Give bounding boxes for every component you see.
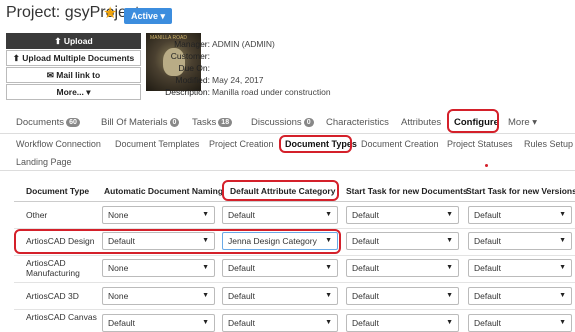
chevron-down-icon: ▼ bbox=[446, 292, 453, 299]
main-tabs: Documents 60 Bill Of Materials 0 Tasks 18 D… bbox=[0, 109, 575, 134]
category-select-artioscad-manufacturing[interactable]: Default ▼ bbox=[222, 259, 338, 277]
chevron-down-icon: ▼ bbox=[325, 211, 332, 218]
tab-bill-of-materials[interactable]: Bill Of Materials 0 bbox=[101, 117, 180, 128]
subtab-rules-setup[interactable]: Rules Setup bbox=[524, 139, 573, 149]
chevron-down-icon: ▼ bbox=[559, 211, 566, 218]
col-start-task-versions: Start Task for new Versions bbox=[466, 186, 575, 196]
highlight-default-attribute-category bbox=[222, 180, 339, 201]
description-label: Description: bbox=[165, 87, 210, 97]
tab-discussions[interactable]: Discussions 0 bbox=[251, 117, 314, 128]
modified-label: Modified: bbox=[175, 75, 211, 85]
chevron-down-icon: ▼ bbox=[202, 264, 209, 271]
subtabs-divider bbox=[0, 170, 575, 171]
row-divider bbox=[14, 282, 575, 283]
tab-attributes[interactable]: Attributes bbox=[401, 117, 441, 128]
tab-tasks[interactable]: Tasks 18 bbox=[192, 117, 233, 128]
chevron-down-icon: ▼ bbox=[202, 292, 209, 299]
highlight-document-types bbox=[279, 135, 352, 153]
start-versions-select-artioscad-canvas[interactable]: Default ▼ bbox=[468, 314, 572, 332]
naming-select-other[interactable]: None ▼ bbox=[102, 206, 215, 224]
customer-label: Customer: bbox=[170, 51, 210, 61]
row-type-artioscad-manufacturing: ArtiosCAD Manufacturing bbox=[26, 258, 80, 278]
start-docs-select-artioscad-3d[interactable]: Default ▼ bbox=[346, 287, 459, 305]
chevron-down-icon: ▼ bbox=[325, 264, 332, 271]
start-versions-select-artioscad-manufacturing[interactable]: Default ▼ bbox=[468, 259, 572, 277]
start-versions-select-artioscad-design[interactable]: Default ▼ bbox=[468, 232, 572, 250]
status-dropdown[interactable]: Active ▾ bbox=[124, 8, 172, 24]
tab-more[interactable]: More ▾ bbox=[508, 117, 537, 128]
start-docs-select-artioscad-manufacturing[interactable]: Default ▼ bbox=[346, 259, 459, 277]
category-select-artioscad-canvas[interactable]: Default ▼ bbox=[222, 314, 338, 332]
chevron-down-icon: ▼ bbox=[559, 237, 566, 244]
row-type-other: Other bbox=[26, 210, 48, 220]
row-divider bbox=[14, 309, 575, 310]
header-divider bbox=[14, 201, 575, 202]
chevron-down-icon: ▼ bbox=[325, 292, 332, 299]
row-divider bbox=[14, 255, 575, 256]
start-docs-select-artioscad-design[interactable]: Default ▼ bbox=[346, 232, 459, 250]
start-versions-select-artioscad-3d[interactable]: Default ▼ bbox=[468, 287, 572, 305]
col-start-task-docs: Start Task for new Documents bbox=[346, 186, 468, 196]
col-document-type: Document Type bbox=[26, 186, 90, 196]
row-type-artioscad-3d: ArtiosCAD 3D bbox=[26, 291, 79, 301]
col-automatic-naming: Automatic Document Naming bbox=[104, 186, 224, 196]
chevron-down-icon: ▼ bbox=[559, 292, 566, 299]
tab-documents[interactable]: Documents 60 bbox=[16, 117, 80, 128]
naming-select-artioscad-3d[interactable]: None ▼ bbox=[102, 287, 215, 305]
start-docs-select-other[interactable]: Default ▼ bbox=[346, 206, 459, 224]
manager-label: Manager: bbox=[174, 39, 210, 49]
subtab-project-statuses[interactable]: Project Statuses bbox=[447, 139, 513, 149]
subtab-document-creation[interactable]: Document Creation bbox=[361, 139, 439, 149]
subtab-workflow-connection[interactable]: Workflow Connection bbox=[16, 139, 101, 149]
naming-select-artioscad-canvas[interactable]: Default ▼ bbox=[102, 314, 215, 332]
description-value: Manilla road under construction bbox=[212, 87, 331, 97]
chevron-down-icon: ▼ bbox=[446, 264, 453, 271]
chevron-down-icon: ▼ bbox=[202, 211, 209, 218]
indicator-dot bbox=[485, 164, 488, 167]
start-docs-select-artioscad-canvas[interactable]: Default ▼ bbox=[346, 314, 459, 332]
chevron-down-icon: ▼ bbox=[446, 237, 453, 244]
subtab-document-templates[interactable]: Document Templates bbox=[115, 139, 199, 149]
page-title: Project: gsyProject bbox=[6, 4, 140, 21]
chevron-down-icon: ▼ bbox=[446, 211, 453, 218]
naming-select-artioscad-manufacturing[interactable]: None ▼ bbox=[102, 259, 215, 277]
star-icon[interactable]: ★ bbox=[103, 3, 117, 23]
start-versions-select-other[interactable]: Default ▼ bbox=[468, 206, 572, 224]
modified-value: May 24, 2017 bbox=[212, 75, 264, 85]
due-on-label: Due On: bbox=[178, 63, 210, 73]
manager-value: ADMIN (ADMIN) bbox=[212, 39, 275, 49]
category-select-other[interactable]: Default ▼ bbox=[222, 206, 338, 224]
category-select-artioscad-3d[interactable]: Default ▼ bbox=[222, 287, 338, 305]
chevron-down-icon: ▼ bbox=[559, 264, 566, 271]
subtab-project-creation[interactable]: Project Creation bbox=[209, 139, 274, 149]
highlight-configure bbox=[447, 109, 499, 133]
row-type-artioscad-canvas: ArtiosCAD Canvas bbox=[26, 312, 97, 322]
tab-characteristics[interactable]: Characteristics bbox=[326, 117, 389, 128]
highlight-artioscad-design-row bbox=[14, 229, 341, 254]
subtab-landing-page[interactable]: Landing Page bbox=[16, 157, 72, 167]
